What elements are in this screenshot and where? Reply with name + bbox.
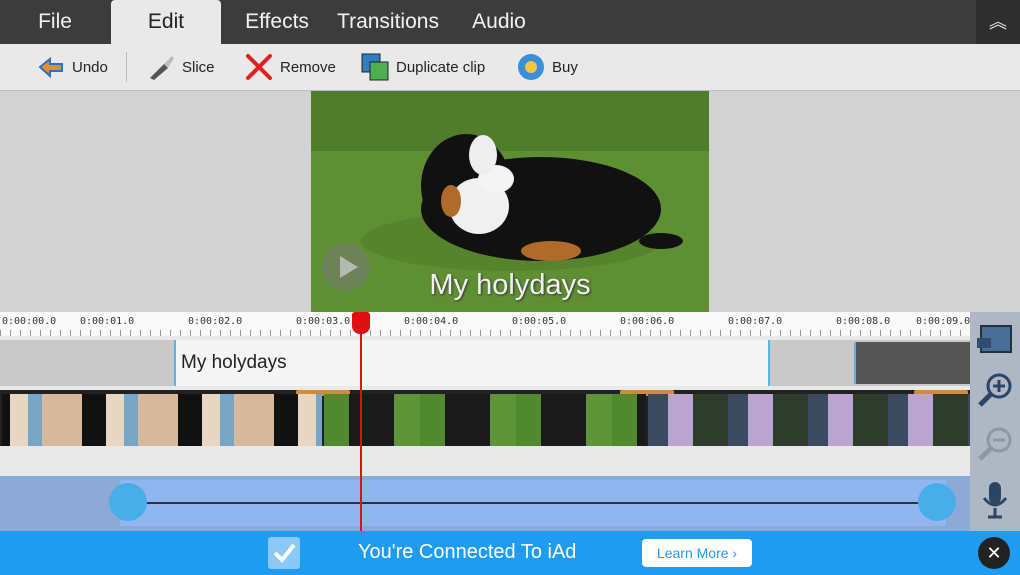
double-chevron-up-icon: ︽ <box>989 12 1007 32</box>
globe-cart-icon <box>518 54 544 80</box>
red-x-icon <box>246 54 272 80</box>
buy-label: Buy <box>552 58 578 76</box>
timeline-ruler[interactable]: 0:00:00.0 0:00:01.0 0:00:02.0 0:00:03.0 … <box>0 312 970 337</box>
slice-button[interactable]: Slice <box>146 52 215 82</box>
video-track <box>0 390 970 446</box>
tab-transitions[interactable]: Transitions <box>330 0 446 44</box>
preview-frame[interactable]: My holydays <box>311 91 709 312</box>
close-ad-button[interactable]: ✕ <box>978 537 1010 569</box>
microphone-icon[interactable] <box>975 480 1015 520</box>
ruler-tick: 0:00:01.0 <box>80 316 135 327</box>
audio-volume-line <box>128 502 938 504</box>
title-clip-label: My holydays <box>181 352 287 373</box>
tab-audio[interactable]: Audio <box>460 0 538 44</box>
ruler-tick: 0:00:09.0 <box>916 316 970 327</box>
collapse-toolbar-button[interactable]: ︽ <box>976 0 1020 44</box>
title-clip-thumbnails[interactable] <box>854 342 972 384</box>
slice-label: Slice <box>182 58 215 76</box>
audio-track <box>0 476 970 531</box>
timeline: My holydays <box>0 336 972 531</box>
undo-label: Undo <box>72 58 108 76</box>
ad-text: You're Connected To iAd <box>358 541 577 563</box>
voiceover-icon[interactable] <box>975 320 1015 360</box>
ruler-tick: 0:00:07.0 <box>728 316 783 327</box>
duplicate-clip-label: Duplicate clip <box>396 58 486 76</box>
edit-toolbar: Undo Slice Remove Duplicate clip Buy <box>0 44 1020 91</box>
video-clip-dog[interactable] <box>324 394 646 446</box>
remove-button[interactable]: Remove <box>244 52 336 82</box>
knife-icon <box>150 56 174 80</box>
audio-end-handle[interactable] <box>918 483 956 521</box>
playhead-line <box>360 312 362 531</box>
video-clip-waterfall[interactable] <box>648 394 970 446</box>
duplicate-film-icon <box>361 53 389 81</box>
play-button[interactable] <box>322 243 370 291</box>
duplicate-clip-button[interactable]: Duplicate clip <box>360 52 485 82</box>
title-clip[interactable]: My holydays <box>174 340 770 386</box>
undo-button[interactable]: Undo <box>36 52 108 82</box>
zoom-in-icon[interactable] <box>975 370 1015 410</box>
tab-file[interactable]: File <box>0 0 110 44</box>
playhead-handle[interactable] <box>352 312 370 334</box>
title-track: My holydays <box>0 340 972 386</box>
checkmark-icon <box>268 537 300 569</box>
side-toolbar <box>970 312 1020 531</box>
ruler-tick: 0:00:08.0 <box>836 316 891 327</box>
remove-label: Remove <box>280 58 336 76</box>
ruler-tick: 0:00:04.0 <box>404 316 459 327</box>
menu-bar: File Edit Effects Transitions Audio ︽ <box>0 0 1020 44</box>
ruler-tick: 0:00:06.0 <box>620 316 675 327</box>
ruler-tick: 0:00:00.0 <box>2 316 57 327</box>
ruler-tick: 0:00:05.0 <box>512 316 567 327</box>
video-preview: My holydays <box>0 91 1020 312</box>
toolbar-divider <box>126 52 127 82</box>
buy-button[interactable]: Buy <box>516 52 578 82</box>
tab-effects[interactable]: Effects <box>232 0 322 44</box>
iad-banner[interactable]: You're Connected To iAd Learn More › ✕ <box>0 531 1020 575</box>
ruler-tick: 0:00:03.0 <box>296 316 351 327</box>
video-clip-people[interactable] <box>2 394 322 446</box>
tab-edit[interactable]: Edit <box>111 0 221 44</box>
ruler-tick: 0:00:02.0 <box>188 316 243 327</box>
zoom-out-icon[interactable] <box>975 424 1015 464</box>
learn-more-button[interactable]: Learn More › <box>642 539 752 567</box>
undo-icon <box>38 56 63 79</box>
preview-caption: My holydays <box>429 269 591 301</box>
audio-start-handle[interactable] <box>109 483 147 521</box>
